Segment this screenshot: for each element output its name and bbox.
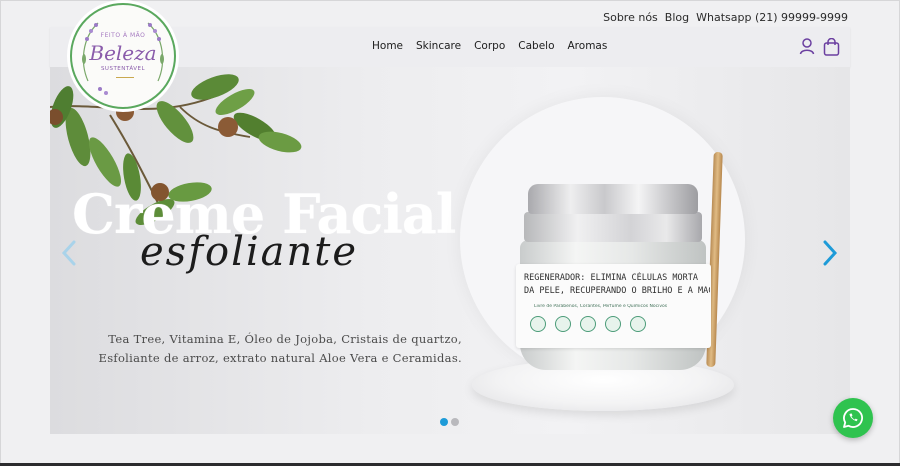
user-icon[interactable] [799,38,815,55]
jar-label-small-print: Livre de Parabenos, Corantes, Perfume e … [534,304,668,309]
leaf-badge-icon [580,316,596,332]
shopping-bag-icon[interactable] [823,38,840,56]
logo-subtitle: SUSTENTÁVEL [100,66,146,72]
nav-icons [799,38,840,56]
leaf-badge-icon [630,316,646,332]
slider-prev-arrow-icon[interactable] [60,239,78,267]
brand-logo[interactable]: FEITO À MÃO Beleza SUSTENTÁVEL [70,3,176,109]
logo-divider [116,77,134,78]
nav-item-cabelo[interactable]: Cabelo [518,40,554,52]
slider-dot-1[interactable] [440,418,448,426]
nav-item-home[interactable]: Home [372,40,403,52]
top-utility-bar: Sobre nós Blog Whatsapp (21) 99999-9999 [603,11,848,24]
hero-description: Tea Tree, Vitamina E, Óleo de Jojoba, Cr… [80,330,462,368]
nav-item-skincare[interactable]: Skincare [416,40,461,52]
hero-description-line-1: Tea Tree, Vitamina E, Óleo de Jojoba, Cr… [108,332,462,346]
leaf-badge-icon [605,316,621,332]
hero-slider: Creme Facial esfoliante Tea Tree, Vitami… [50,67,850,434]
nav-item-aromas[interactable]: Aromas [568,40,608,52]
logo-tagline: FEITO À MÃO [100,32,146,39]
jar-label-line-2: DA PELE, RECUPERANDO O BRILHO E A MACIE [524,286,710,296]
jar-badges [530,316,646,332]
about-link[interactable]: Sobre nós [603,11,658,24]
jar-label-text: REGENERADOR: ELIMINA CÉLULAS MORTA DA PE… [524,272,710,298]
slider-next-arrow-icon[interactable] [821,239,839,267]
nav-item-corpo[interactable]: Corpo [474,40,505,52]
slider-dot-2[interactable] [451,418,459,426]
slider-pagination [440,418,459,426]
leaf-badge-icon [530,316,546,332]
jar-lid [528,184,698,214]
blog-link[interactable]: Blog [665,11,689,24]
jar-label: REGENERADOR: ELIMINA CÉLULAS MORTA DA PE… [516,264,711,348]
whatsapp-icon [843,408,863,428]
whatsapp-link[interactable]: Whatsapp (21) 99999-9999 [696,11,848,24]
jar-neck [524,212,702,242]
logo-name: Beleza [89,41,157,65]
nav-menu: Home Skincare Corpo Cabelo Aromas [372,40,607,52]
hero-description-line-2: Esfoliante de arroz, extrato natural Alo… [98,351,462,365]
whatsapp-float-button[interactable] [833,398,873,438]
jar-label-line-1: REGENERADOR: ELIMINA CÉLULAS MORTA [524,273,698,283]
leaf-badge-icon [555,316,571,332]
hero-subtitle-script: esfoliante [140,229,359,275]
product-jar: REGENERADOR: ELIMINA CÉLULAS MORTA DA PE… [516,184,711,374]
